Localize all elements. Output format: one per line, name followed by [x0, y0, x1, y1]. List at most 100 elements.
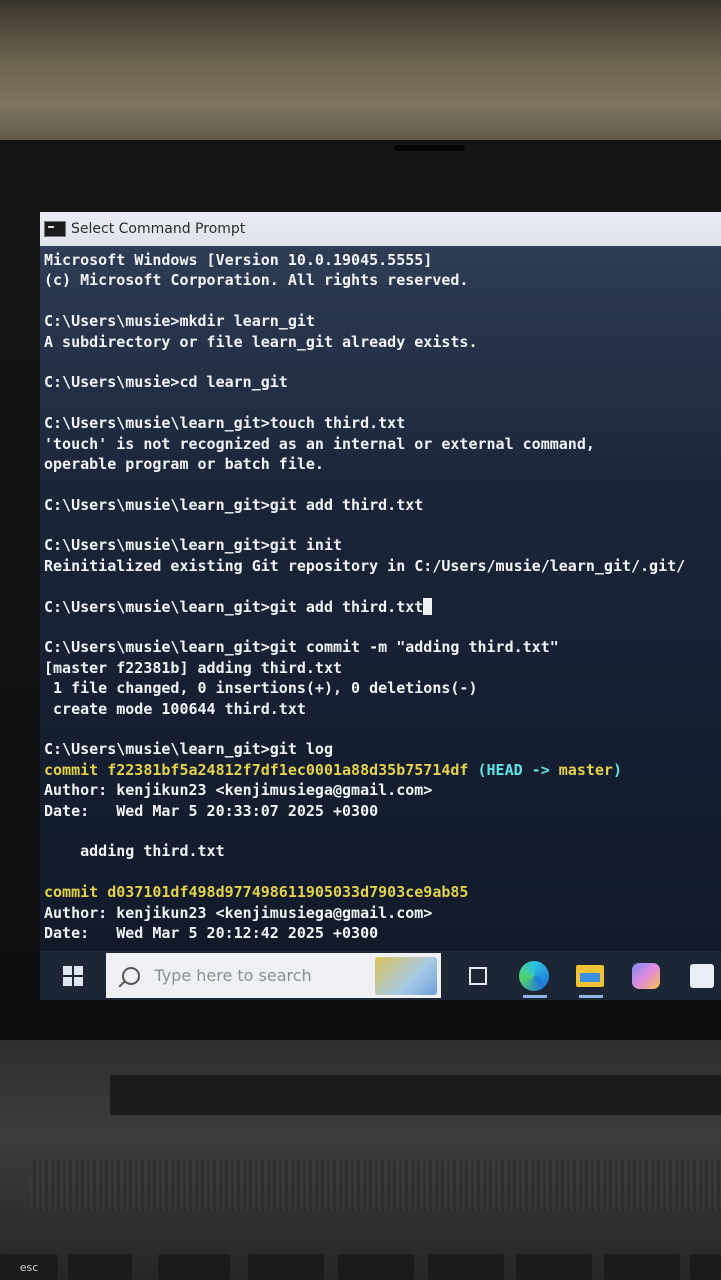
search-icon — [122, 966, 141, 985]
windows-start-icon — [63, 965, 84, 986]
console-line: C:\Users\musie\learn_git>git add third.t… — [44, 597, 721, 617]
key-f2[interactable] — [158, 1254, 230, 1280]
key-f4[interactable] — [338, 1254, 414, 1280]
console-line-text: C:\Users\musie\learn_git>git commit -m "… — [44, 638, 559, 657]
console-line: Date: Wed Mar 5 20:33:07 2025 +0300 — [44, 801, 721, 821]
console-line: 'touch' is not recognized as an internal… — [44, 434, 721, 454]
console-line: C:\Users\musie\learn_git>git commit -m "… — [44, 637, 721, 657]
console-line-text: Author: kenjikun23 <kenjimusiega@gmail.c… — [44, 781, 433, 800]
console-line-text: C:\Users\musie>mkdir learn_git — [44, 312, 315, 331]
console-line: (c) Microsoft Corporation. All rights re… — [44, 270, 721, 290]
console-line-segment: ) — [612, 760, 622, 779]
console-line-text: Date: Wed Mar 5 20:33:07 2025 +0300 — [44, 801, 379, 820]
console-line: C:\Users\musie>mkdir learn_git — [44, 311, 721, 331]
taskbar-search-box[interactable]: Type here to search — [106, 953, 442, 998]
console-line: Microsoft Windows [Version 10.0.19045.55… — [44, 250, 721, 270]
console-line: C:\Users\musie\learn_git>git add third.t… — [44, 495, 721, 515]
console-line-text: adding third.txt — [44, 842, 225, 861]
laptop-screen: Select Command Prompt Microsoft Windows … — [40, 212, 721, 1000]
search-placeholder: Type here to search — [154, 966, 312, 985]
window-title: Select Command Prompt — [71, 221, 246, 237]
key-f1[interactable] — [68, 1254, 132, 1280]
console-line-text: operable program or batch file. — [44, 454, 324, 473]
speaker-grille — [30, 1160, 721, 1210]
running-indicator — [579, 994, 604, 998]
console-line-segment: (HEAD -> — [477, 760, 559, 779]
console-line: Reinitialized existing Git repository in… — [44, 556, 721, 576]
console-line-text: C:\Users\musie\learn_git>git log — [44, 740, 333, 759]
console-line: C:\Users\musie\learn_git>touch third.txt — [44, 413, 721, 433]
console-line: operable program or batch file. — [44, 454, 721, 474]
console-line: C:\Users\musie\learn_git>git init — [44, 535, 721, 555]
window-titlebar[interactable]: Select Command Prompt — [40, 212, 721, 246]
file-explorer-icon — [576, 964, 605, 987]
console-line-text: 'touch' is not recognized as an internal… — [44, 434, 595, 453]
key-f7[interactable] — [604, 1254, 680, 1280]
console-line: Author: kenjikun23 <kenjimusiega@gmail.c… — [44, 780, 721, 800]
key-esc[interactable]: esc — [0, 1254, 58, 1280]
console-line-text: C:\Users\musie>cd learn_git — [44, 373, 288, 392]
console-line-text: C:\Users\musie\learn_git>touch third.txt — [44, 414, 406, 433]
key-f3[interactable] — [248, 1254, 324, 1280]
console-line: C:\Users\musie>cd learn_git — [44, 372, 721, 392]
console-line: adding third.txt — [44, 841, 721, 861]
console-line: [master f22381b] adding third.txt — [44, 658, 721, 678]
search-highlight-image — [375, 957, 438, 995]
start-button[interactable] — [40, 951, 106, 1000]
console-line-text: C:\Users\musie\learn_git>git add third.t… — [44, 495, 424, 514]
copilot-icon — [632, 962, 661, 989]
copilot-button[interactable] — [627, 956, 665, 996]
edge-icon — [519, 960, 550, 991]
console-line-text: 1 file changed, 0 insertions(+), 0 delet… — [44, 679, 478, 698]
console-line-text: C:\Users\musie\learn_git>git add third.t… — [44, 597, 424, 616]
console-line-segment: master — [558, 760, 613, 779]
task-view-button[interactable] — [459, 956, 497, 996]
console-line: Date: Wed Mar 5 20:12:42 2025 +0300 — [44, 923, 721, 943]
webcam — [395, 145, 465, 151]
console-line: C:\Users\musie\learn_git>git log — [44, 739, 721, 759]
store-icon — [690, 963, 715, 988]
console-line-text: create mode 100644 third.txt — [44, 699, 306, 718]
console-line-text: A subdirectory or file learn_git already… — [44, 332, 478, 351]
taskbar: Type here to search — [40, 951, 721, 1000]
console-line: create mode 100644 third.txt — [44, 699, 721, 719]
laptop-hinge — [110, 1075, 721, 1115]
key-f6[interactable] — [516, 1254, 592, 1280]
console-line-text: [master f22381b] adding third.txt — [44, 658, 343, 677]
console-line-text: (c) Microsoft Corporation. All rights re… — [44, 271, 469, 290]
console-line-segment: commit f22381bf5a24812f7df1ec0001a88d35b… — [44, 760, 478, 779]
console-line: commit f22381bf5a24812f7df1ec0001a88d35b… — [44, 760, 721, 780]
console-line-text: Reinitialized existing Git repository in… — [44, 556, 686, 575]
text-cursor — [423, 597, 433, 615]
console-line-text: C:\Users\musie\learn_git>git init — [44, 536, 343, 555]
console-line-text: Date: Wed Mar 5 20:12:42 2025 +0300 — [44, 923, 379, 942]
file-explorer-button[interactable] — [571, 956, 609, 998]
console-line-text: commit d037101df498d977498611905033d7903… — [44, 883, 469, 902]
background-wall — [0, 0, 721, 150]
console-line: commit d037101df498d977498611905033d7903… — [44, 882, 721, 902]
edge-button[interactable] — [515, 956, 553, 998]
running-indicator — [523, 994, 548, 998]
task-view-icon — [469, 966, 488, 985]
console-line: A subdirectory or file learn_git already… — [44, 332, 721, 352]
function-key-row: esc — [0, 1250, 721, 1280]
key-f8[interactable] — [690, 1254, 721, 1280]
console-line-text: Author: kenjikun23 <kenjimusiega@gmail.c… — [44, 903, 433, 922]
console-line: Author: kenjikun23 <kenjimusiega@gmail.c… — [44, 903, 721, 923]
store-button[interactable] — [683, 956, 721, 996]
console-line: 1 file changed, 0 insertions(+), 0 delet… — [44, 678, 721, 698]
console-line-text: Microsoft Windows [Version 10.0.19045.55… — [44, 251, 433, 269]
console-output[interactable]: Microsoft Windows [Version 10.0.19045.55… — [40, 246, 721, 951]
command-prompt-icon — [44, 221, 66, 237]
key-f5[interactable] — [428, 1254, 504, 1280]
